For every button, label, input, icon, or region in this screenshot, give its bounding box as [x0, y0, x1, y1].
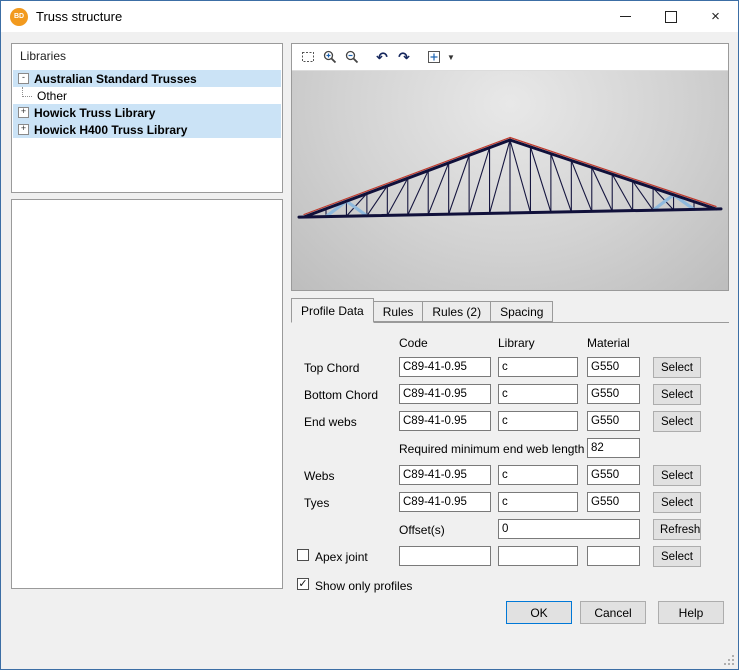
webs-row: Webs Select	[291, 464, 736, 491]
libraries-header: Libraries	[12, 44, 282, 63]
min-end-web-row: Required minimum end web length	[291, 437, 736, 464]
webs-material-input[interactable]	[587, 465, 640, 485]
tyes-row: Tyes Select	[291, 491, 736, 518]
window-controls: ×	[603, 1, 738, 32]
column-header-row: Code Library Material	[291, 332, 736, 359]
expand-icon[interactable]: +	[18, 124, 29, 135]
bottom-chord-label: Bottom Chord	[304, 388, 378, 402]
top-chord-library-input[interactable]	[498, 357, 578, 377]
preview-panel: ↶ ↷ ▼	[291, 43, 729, 291]
bottom-chord-library-input[interactable]	[498, 384, 578, 404]
apex-joint-row: Apex joint Select	[291, 545, 736, 572]
refresh-button[interactable]: Refresh	[653, 519, 701, 540]
bottom-chord-select-button[interactable]: Select	[653, 384, 701, 405]
truss-drawing	[292, 71, 728, 290]
offsets-input[interactable]	[498, 519, 640, 539]
rotate-anticlockwise-icon[interactable]: ↶	[371, 46, 393, 68]
webs-library-input[interactable]	[498, 465, 578, 485]
rotate-clockwise-icon[interactable]: ↷	[393, 46, 415, 68]
end-webs-code-input[interactable]	[399, 411, 491, 431]
column-header-material: Material	[587, 336, 630, 350]
ok-button[interactable]: OK	[506, 601, 572, 624]
collapse-icon[interactable]: -	[18, 73, 29, 84]
webs-label: Webs	[304, 469, 334, 483]
webs-code-input[interactable]	[399, 465, 491, 485]
offsets-label: Offset(s)	[399, 523, 445, 537]
resize-grip[interactable]	[723, 654, 735, 666]
top-chord-code-input[interactable]	[399, 357, 491, 377]
apex-joint-material-input[interactable]	[587, 546, 640, 566]
window-title: Truss structure	[36, 9, 603, 24]
close-icon: ×	[711, 9, 720, 24]
tyes-material-input[interactable]	[587, 492, 640, 512]
webs-select-button[interactable]: Select	[653, 465, 701, 486]
maximize-button[interactable]	[648, 1, 693, 32]
tree-item-label: Howick Truss Library	[34, 106, 155, 120]
app-icon-text: BD	[14, 13, 24, 20]
minimize-button[interactable]	[603, 1, 648, 32]
toolbar-dropdown-icon[interactable]: ▼	[445, 46, 457, 68]
profile-data-form: Code Library Material Top Chord Select B…	[291, 322, 736, 597]
top-chord-row: Top Chord Select	[291, 356, 736, 383]
min-end-web-input[interactable]	[587, 438, 640, 458]
end-webs-label: End webs	[304, 415, 357, 429]
tree-item-label: Other	[37, 89, 67, 103]
tree-item-howick-h400-truss-library[interactable]: + Howick H400 Truss Library	[13, 121, 281, 138]
apex-joint-code-input[interactable]	[399, 546, 491, 566]
bottom-chord-code-input[interactable]	[399, 384, 491, 404]
tree-item-other[interactable]: Other	[13, 87, 281, 104]
top-chord-select-button[interactable]: Select	[653, 357, 701, 378]
minimize-icon	[620, 16, 631, 17]
truss-structure-dialog: BD Truss structure × Libraries - Austral…	[0, 0, 739, 670]
zoom-window-icon[interactable]	[297, 46, 319, 68]
tyes-code-input[interactable]	[399, 492, 491, 512]
apex-joint-select-button[interactable]: Select	[653, 546, 701, 567]
tree-connector	[22, 87, 32, 97]
zoom-in-icon[interactable]	[319, 46, 341, 68]
tab-rules-2[interactable]: Rules (2)	[422, 301, 491, 322]
top-chord-material-input[interactable]	[587, 357, 640, 377]
apex-joint-library-input[interactable]	[498, 546, 578, 566]
end-webs-library-input[interactable]	[498, 411, 578, 431]
column-header-library: Library	[498, 336, 535, 350]
tyes-label: Tyes	[304, 496, 329, 510]
end-webs-material-input[interactable]	[587, 411, 640, 431]
tree-item-label: Howick H400 Truss Library	[34, 123, 187, 137]
tab-strip: Profile Data Rules Rules (2) Spacing	[291, 302, 552, 322]
library-details-panel	[11, 199, 283, 589]
bottom-chord-row: Bottom Chord Select	[291, 383, 736, 410]
tree-item-label: Australian Standard Trusses	[34, 72, 197, 86]
expand-icon[interactable]: +	[18, 107, 29, 118]
preview-toolbar: ↶ ↷ ▼	[292, 44, 728, 71]
show-only-profiles-label: Show only profiles	[315, 579, 412, 593]
end-webs-select-button[interactable]: Select	[653, 411, 701, 432]
tyes-select-button[interactable]: Select	[653, 492, 701, 513]
tree-item-australian-standard-trusses[interactable]: - Australian Standard Trusses	[13, 70, 281, 87]
tree-item-howick-truss-library[interactable]: + Howick Truss Library	[13, 104, 281, 121]
help-button[interactable]: Help	[658, 601, 724, 624]
end-webs-row: End webs Select	[291, 410, 736, 437]
truss-preview-canvas[interactable]	[292, 71, 728, 290]
tab-profile-data[interactable]: Profile Data	[291, 298, 374, 323]
cancel-button[interactable]: Cancel	[580, 601, 646, 624]
show-only-profiles-checkbox[interactable]	[297, 578, 309, 590]
bottom-chord-material-input[interactable]	[587, 384, 640, 404]
titlebar: BD Truss structure ×	[1, 1, 738, 32]
tab-spacing[interactable]: Spacing	[490, 301, 553, 322]
zoom-out-icon[interactable]	[341, 46, 363, 68]
offsets-row: Offset(s) Refresh	[291, 518, 736, 545]
app-icon: BD	[10, 8, 28, 26]
apex-joint-label: Apex joint	[315, 550, 368, 564]
libraries-panel: Libraries - Australian Standard Trusses …	[11, 43, 283, 193]
show-only-profiles-row: Show only profiles	[291, 574, 736, 601]
top-chord-label: Top Chord	[304, 361, 359, 375]
close-button[interactable]: ×	[693, 1, 738, 32]
zoom-extents-icon[interactable]	[423, 46, 445, 68]
min-end-web-label: Required minimum end web length	[399, 442, 584, 456]
apex-joint-checkbox[interactable]	[297, 549, 309, 561]
maximize-icon	[665, 11, 677, 23]
column-header-code: Code	[399, 336, 428, 350]
tab-rules[interactable]: Rules	[373, 301, 424, 322]
tyes-library-input[interactable]	[498, 492, 578, 512]
